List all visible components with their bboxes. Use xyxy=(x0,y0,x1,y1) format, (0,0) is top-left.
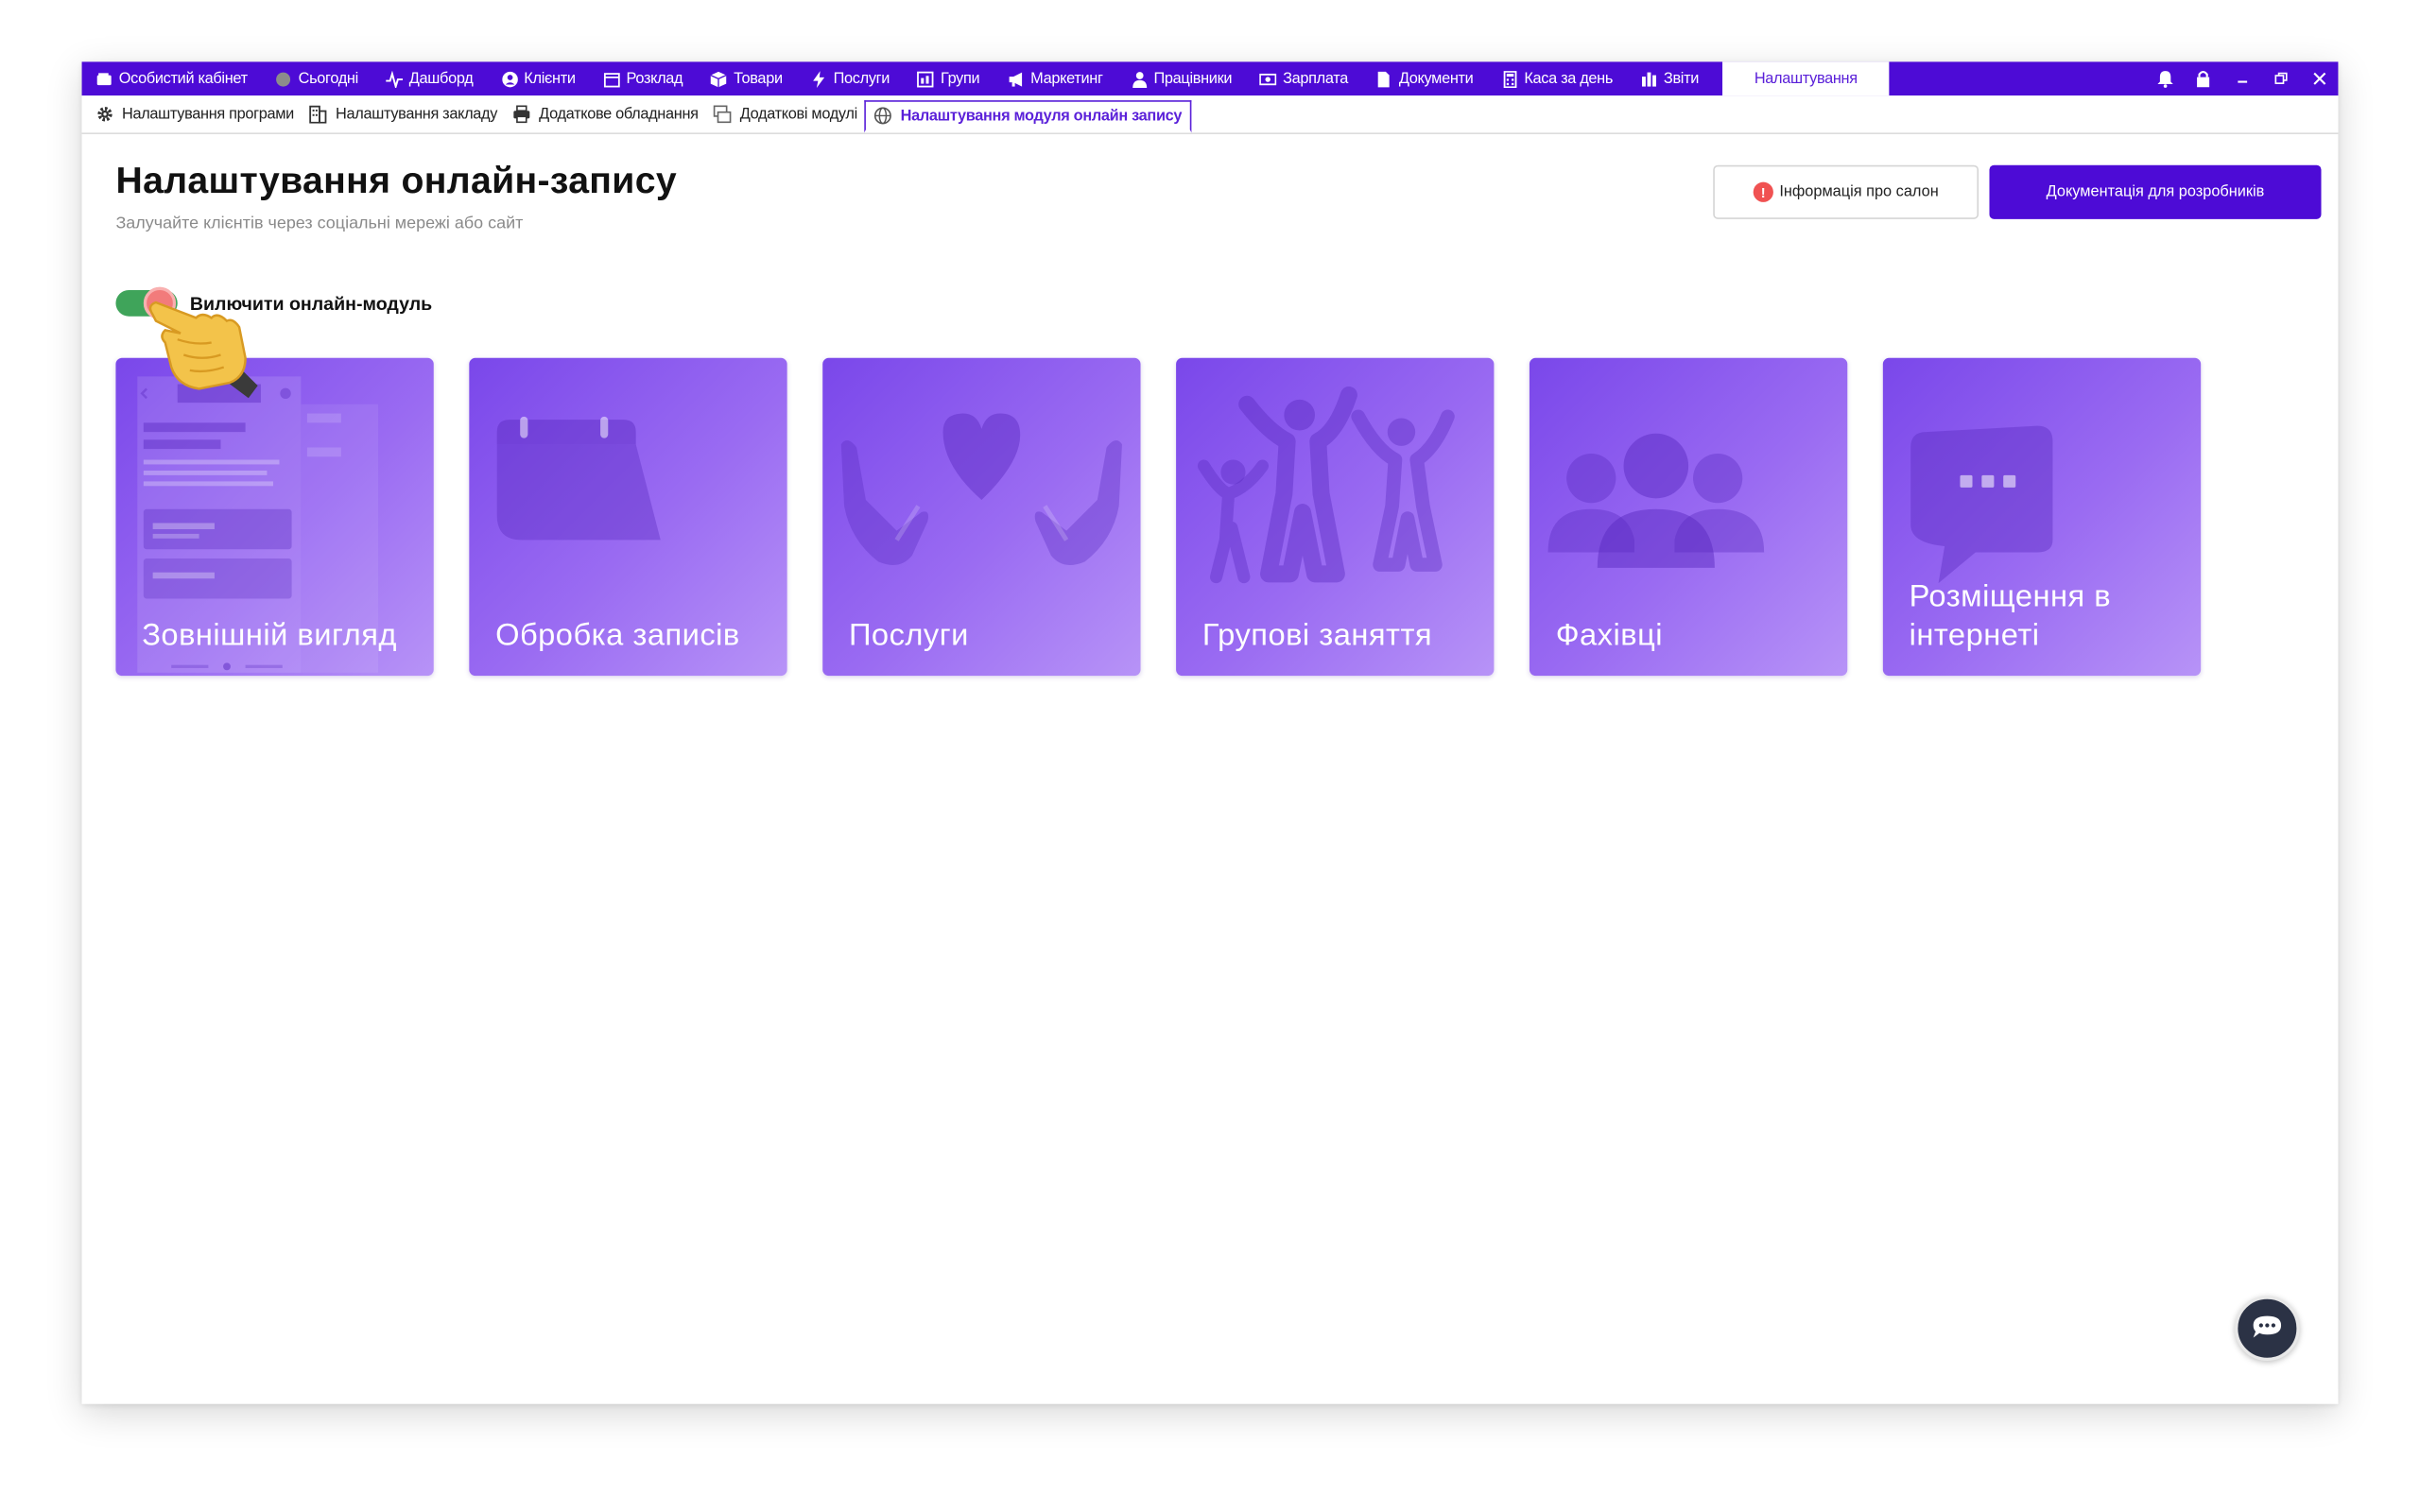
restore-icon xyxy=(2273,72,2287,84)
megaphone-icon xyxy=(1009,71,1022,86)
document-icon xyxy=(1378,71,1391,87)
menu-item-settings[interactable]: Налаштування xyxy=(1721,61,1891,96)
menu-item-clients[interactable]: Клієнти xyxy=(487,61,589,95)
page-subtitle: Залучайте клієнтів через соціальні мереж… xyxy=(115,214,524,233)
gear-icon xyxy=(97,107,112,122)
menu-item-label: Особистий кабінет xyxy=(118,70,248,88)
menu-item-label: Клієнти xyxy=(524,70,576,88)
person-icon xyxy=(1132,71,1147,88)
menu-item-dashboard[interactable]: Дашборд xyxy=(372,61,488,95)
menu-item-goods[interactable]: Товари xyxy=(697,61,796,95)
circle-icon xyxy=(276,71,291,86)
online-module-toggle-label: Вилючити онлайн-модуль xyxy=(189,293,433,316)
notifications-button[interactable] xyxy=(2145,61,2184,95)
modules-icon xyxy=(714,105,733,124)
box-icon xyxy=(711,71,728,87)
app-window: Особистий кабінет Сьогодні Дашборд Клієн… xyxy=(81,61,2339,1404)
lock-icon xyxy=(2197,71,2210,88)
warning-icon: ! xyxy=(1753,181,1773,202)
subtab-online-module-settings[interactable]: Налаштування модуля онлайн запису xyxy=(865,100,1191,133)
card-group-classes-title: Групові заняття xyxy=(1201,618,1433,653)
menu-item-cashbox[interactable]: Каса за день xyxy=(1487,61,1627,95)
menu-item-label: Сьогодні xyxy=(298,70,359,88)
menu-item-label: Товари xyxy=(734,70,783,88)
bell-icon xyxy=(2156,71,2172,88)
subtab-label: Налаштування програми xyxy=(121,105,294,123)
main-menubar: Особистий кабінет Сьогодні Дашборд Клієн… xyxy=(81,61,2339,96)
subtab-extra-modules[interactable]: Додаткові модулі xyxy=(706,95,865,132)
menu-item-label: Зарплата xyxy=(1283,70,1348,88)
subtab-label: Налаштування модуля онлайн запису xyxy=(900,107,1183,125)
menu-item-documents[interactable]: Документи xyxy=(1362,61,1487,95)
menu-item-schedule[interactable]: Розклад xyxy=(589,61,697,95)
support-chat-button[interactable] xyxy=(2235,1296,2300,1361)
card-appearance-title: Зовнішній вигляд xyxy=(142,618,397,653)
menu-item-label: Звіти xyxy=(1663,70,1700,88)
card-online-placement-title: Розміщення в інтернеті xyxy=(1909,579,2112,653)
toggle-knob xyxy=(143,286,177,319)
menu-item-marketing[interactable]: Маркетинг xyxy=(994,61,1116,95)
subtab-label: Додаткові модулі xyxy=(739,105,857,123)
salon-info-label: Інформація про салон xyxy=(1779,183,1939,201)
online-module-toggle[interactable] xyxy=(115,286,178,319)
menu-item-label: Групи xyxy=(940,70,980,88)
menu-item-label: Документи xyxy=(1398,70,1474,88)
menu-item-services[interactable]: Послуги xyxy=(796,61,903,95)
card-services[interactable]: Послуги xyxy=(822,357,1141,677)
building-icon xyxy=(310,105,328,124)
settings-subtabs: Налаштування програми Налаштування закла… xyxy=(81,95,2339,135)
bar-chart-icon xyxy=(1641,71,1656,86)
menu-item-label: Працівники xyxy=(1153,70,1233,88)
menu-item-label: Послуги xyxy=(833,70,890,88)
printer-icon xyxy=(513,105,530,124)
menu-item-today[interactable]: Сьогодні xyxy=(261,61,372,95)
menu-item-label: Маркетинг xyxy=(1030,70,1103,88)
window-controls xyxy=(2145,61,2338,95)
menu-item-salary[interactable]: Зарплата xyxy=(1246,61,1362,95)
banknote-icon xyxy=(1259,73,1277,85)
menu-item-reports[interactable]: Звіти xyxy=(1627,61,1713,95)
menu-item-label: Розклад xyxy=(626,70,683,88)
close-icon xyxy=(2312,72,2325,85)
menu-item-groups[interactable]: Групи xyxy=(904,61,994,95)
card-specialists-title: Фахівці xyxy=(1555,618,1664,653)
minimize-icon xyxy=(2237,80,2247,83)
menu-item-label: Каса за день xyxy=(1524,70,1614,88)
card-booking-processing[interactable]: Обробка записів xyxy=(469,357,787,677)
menu-item-label: Дашборд xyxy=(408,70,474,88)
calculator-icon xyxy=(1502,70,1516,88)
card-online-placement[interactable]: Розміщення в інтернеті xyxy=(1882,357,2202,677)
menu-item-employees[interactable]: Працівники xyxy=(1116,61,1246,95)
bolt-icon xyxy=(813,70,825,88)
wallet-icon xyxy=(96,72,112,85)
card-services-title: Послуги xyxy=(848,618,969,653)
close-button[interactable] xyxy=(2300,61,2339,95)
pulse-icon xyxy=(386,70,404,88)
group-board-icon xyxy=(917,70,935,87)
salon-info-button[interactable]: ! Інформація про салон xyxy=(1713,164,1979,219)
lock-button[interactable] xyxy=(2184,61,2222,95)
card-specialists[interactable]: Фахівці xyxy=(1529,357,1848,677)
page-title: Налаштування онлайн-запису xyxy=(115,160,677,202)
developer-docs-button[interactable]: Документація для розробників xyxy=(1989,164,2322,219)
card-booking-processing-title: Обробка записів xyxy=(495,618,740,653)
globe-icon xyxy=(874,107,892,125)
subtab-label: Додаткове обладнання xyxy=(539,105,699,123)
subtab-app-settings[interactable]: Налаштування програми xyxy=(88,95,302,132)
card-group-classes[interactable]: Групові заняття xyxy=(1176,357,1495,677)
subtab-extra-equipment[interactable]: Додаткове обладнання xyxy=(505,95,706,132)
menu-item-cabinet[interactable]: Особистий кабінет xyxy=(82,61,262,95)
subtab-label: Налаштування закладу xyxy=(336,105,498,123)
user-circle-icon xyxy=(501,71,518,87)
chat-icon xyxy=(2253,1315,2282,1338)
menu-item-label: Налаштування xyxy=(1754,70,1858,88)
restore-button[interactable] xyxy=(2261,61,2300,95)
calendar-icon xyxy=(603,72,620,87)
subtab-venue-settings[interactable]: Налаштування закладу xyxy=(302,95,505,132)
developer-docs-label: Документація для розробників xyxy=(2046,183,2265,201)
card-appearance[interactable]: Зовнішній вигляд xyxy=(115,357,434,677)
minimize-button[interactable] xyxy=(2222,61,2261,95)
